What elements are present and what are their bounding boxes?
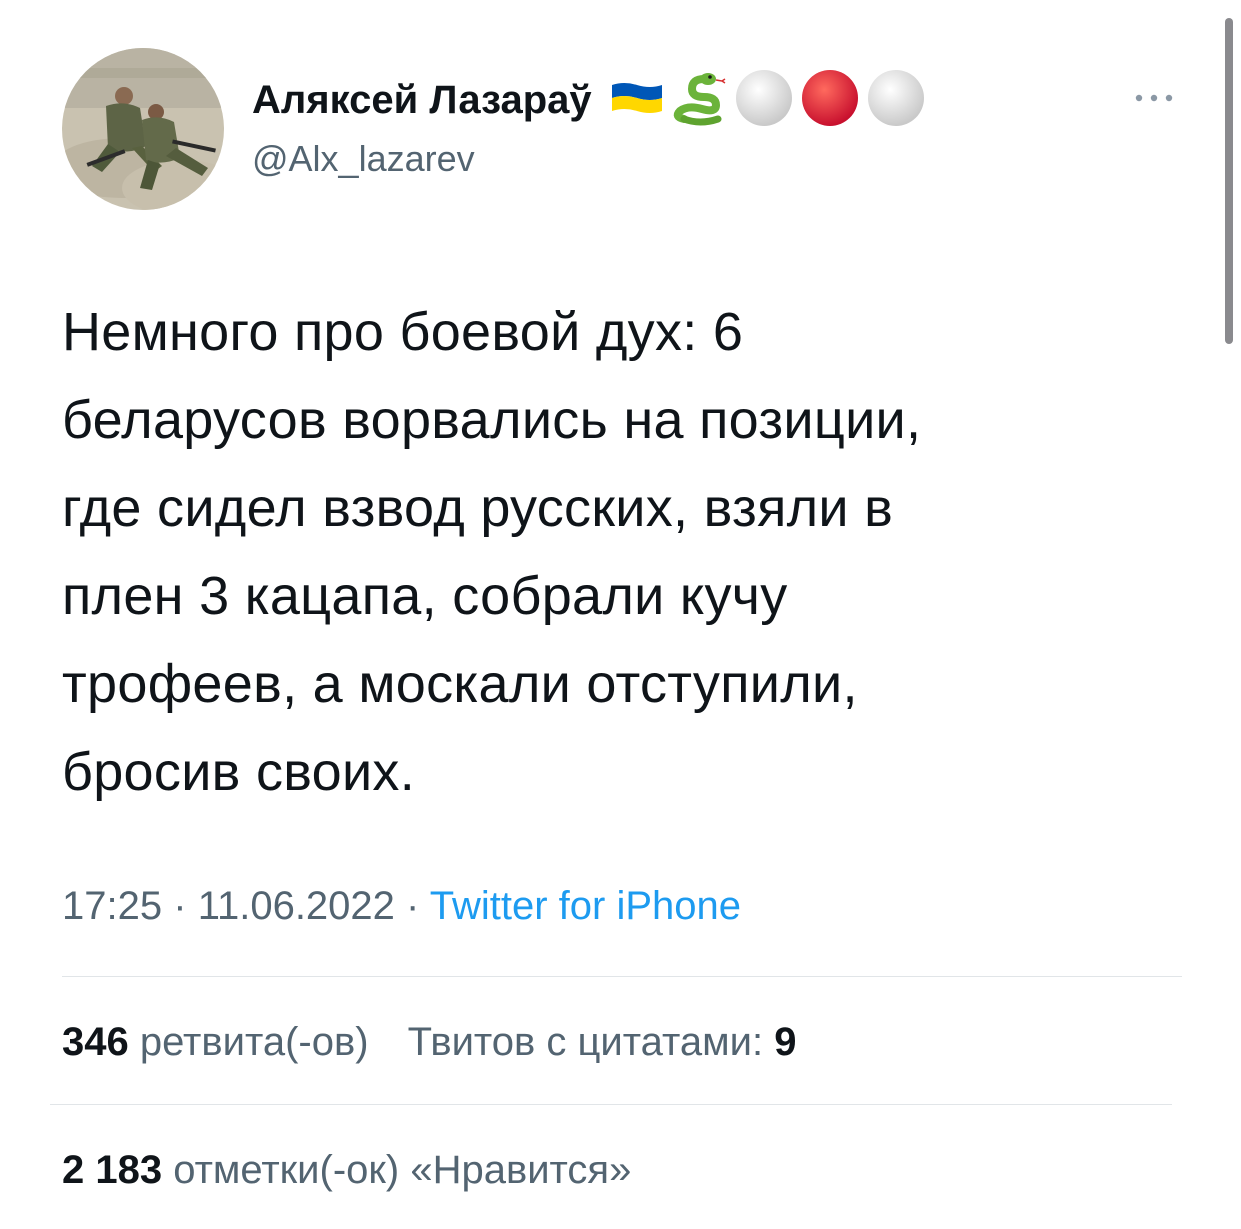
likes-stat[interactable]: 2 183 отметки(-ок) «Нравится»	[62, 1148, 631, 1192]
ukraine-flag-emoji	[610, 81, 664, 120]
avatar[interactable]	[62, 48, 224, 210]
likes-label: отметки(-ок) «Нравится»	[173, 1148, 632, 1192]
quotes-stat[interactable]: Твитов с цитатами: 9	[408, 1020, 797, 1064]
likes-stats-row: 2 183 отметки(-ок) «Нравится»	[62, 1148, 631, 1193]
display-name-row: Аляксей Лазараў	[252, 68, 926, 133]
retweets-count: 346	[62, 1020, 129, 1064]
red-circle-emoji	[800, 68, 860, 133]
quotes-label: Твитов с цитатами:	[407, 1020, 764, 1064]
white-circle-emoji	[734, 68, 794, 133]
meta-separator: ·	[406, 884, 420, 928]
white-circle-emoji	[866, 68, 926, 133]
scrollbar[interactable]	[1225, 18, 1233, 344]
tweet-text: Немного про боевой дух: 6 беларусов ворв…	[62, 302, 922, 802]
retweets-label: ретвита(-ов)	[139, 1020, 369, 1064]
user-handle[interactable]: @Alx_lazarev	[252, 138, 475, 180]
retweets-stat[interactable]: 346 ретвита(-ов)	[62, 1020, 380, 1064]
likes-count: 2 183	[62, 1148, 163, 1192]
snake-emoji	[670, 69, 728, 132]
tweet-source-link[interactable]: Twitter for iPhone	[430, 884, 741, 928]
divider	[50, 1104, 1172, 1105]
display-name[interactable]: Аляксей Лазараў	[252, 78, 592, 123]
quotes-count: 9	[774, 1020, 797, 1064]
more-options-button[interactable]	[1128, 80, 1180, 116]
tweet-date[interactable]: 11.06.2022	[198, 884, 395, 928]
name-emojis	[610, 68, 926, 133]
meta-separator: ·	[173, 884, 187, 928]
tweet-detail-page: Аляксей Лазараў @Alx_lazarev Немного про…	[0, 0, 1241, 1229]
divider	[62, 976, 1182, 977]
retweet-stats-row: 346 ретвита(-ов) Твитов с цитатами: 9	[62, 1020, 796, 1065]
tweet-meta: 17:25 · 11.06.2022 · Twitter for iPhone	[62, 884, 741, 929]
ellipsis-icon	[1135, 94, 1173, 102]
tweet-time[interactable]: 17:25	[62, 884, 162, 928]
avatar-photo	[62, 48, 224, 210]
